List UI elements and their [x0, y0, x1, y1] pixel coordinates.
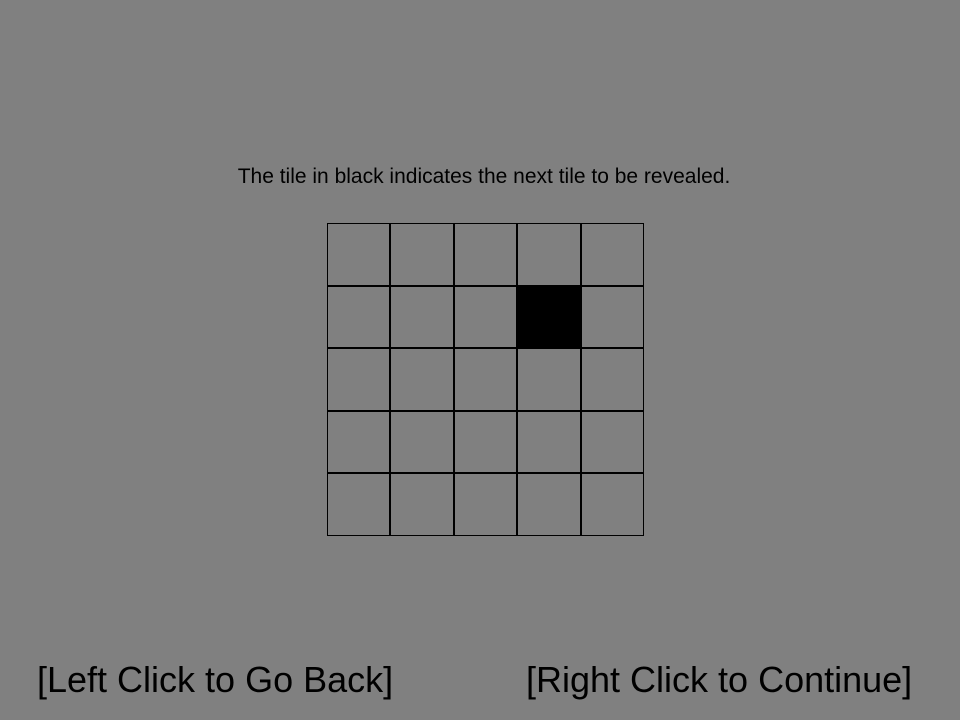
- continue-prompt[interactable]: [Right Click to Continue]: [526, 658, 912, 702]
- grid-tile-r5-c3: [453, 473, 518, 536]
- grid-tile-r2-c2: [390, 285, 454, 349]
- grid-tile-r2-c1: [327, 285, 391, 349]
- grid-tile-r5-c1: [327, 473, 391, 536]
- grid-tile-r3-c3: [453, 348, 518, 411]
- grid-tile-r5-c5: [580, 473, 644, 536]
- instruction-text: The tile in black indicates the next til…: [237, 165, 731, 188]
- grid-tile-r5-c2: [390, 473, 454, 536]
- next-tile-highlight: [517, 285, 581, 349]
- grid-tile-r5-c4: [517, 473, 581, 536]
- grid-tile-r1-c5: [580, 223, 644, 286]
- grid-tile-r4-c5: [580, 410, 644, 474]
- grid-tile-r1-c2: [390, 223, 454, 286]
- grid-tile-r4-c3: [453, 410, 518, 474]
- grid-tile-r1-c4: [517, 223, 581, 286]
- grid-tile-r1-c3: [453, 223, 518, 286]
- grid-tile-r3-c1: [327, 348, 391, 411]
- grid-tile-r3-c5: [580, 348, 644, 411]
- grid-tile-r2-c5: [580, 285, 644, 349]
- tile-grid: [327, 223, 644, 536]
- grid-tile-r2-c3: [453, 285, 518, 349]
- grid-tile-r4-c2: [390, 410, 454, 474]
- grid-tile-r3-c4: [517, 348, 581, 411]
- grid-tile-r4-c1: [327, 410, 391, 474]
- grid-tile-r1-c1: [327, 223, 391, 286]
- go-back-prompt[interactable]: [Left Click to Go Back]: [37, 658, 393, 702]
- grid-tile-r4-c4: [517, 410, 581, 474]
- grid-tile-r3-c2: [390, 348, 454, 411]
